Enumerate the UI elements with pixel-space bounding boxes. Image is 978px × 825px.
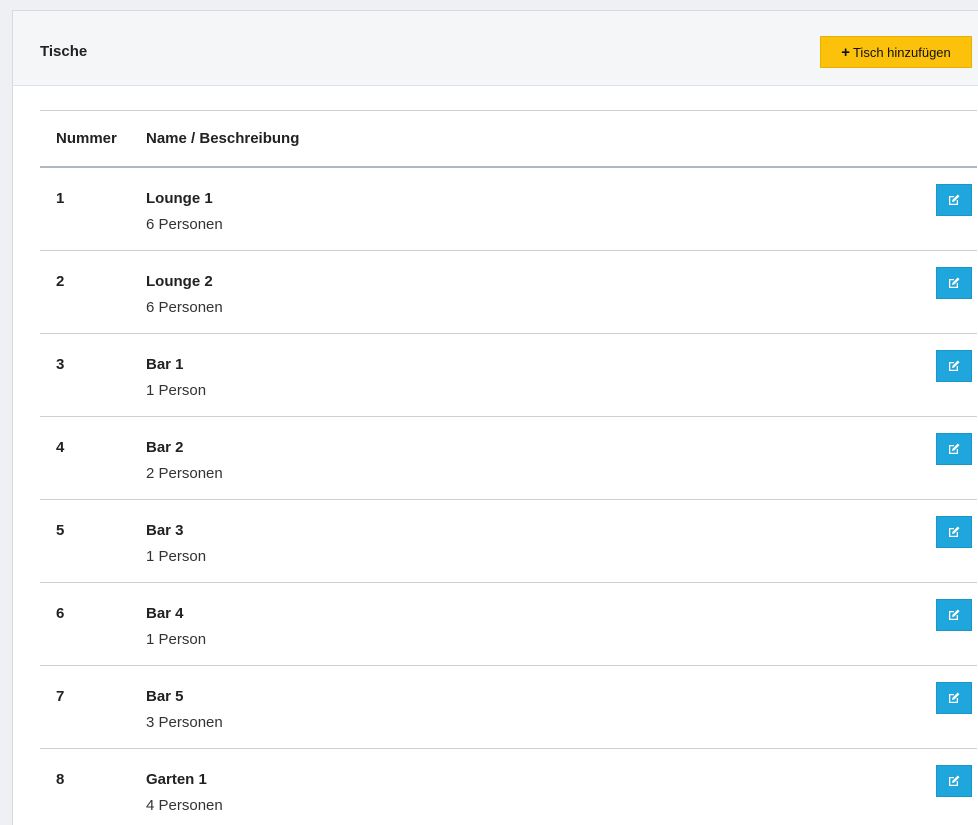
table-description: 1 Person [146, 631, 207, 648]
table-description: 3 Personen [146, 714, 223, 731]
edit-icon [949, 360, 960, 371]
table-number: 7 [56, 688, 65, 705]
plus-icon: + [841, 43, 850, 61]
table-row: 1 Lounge 1 6 Personen [40, 168, 977, 251]
table-description: 6 Personen [146, 299, 223, 316]
table-description: 4 Personen [146, 797, 223, 814]
column-header-number: Nummer [56, 130, 117, 147]
edit-icon [949, 609, 960, 620]
edit-button[interactable] [936, 765, 972, 797]
tables-panel: Tische + Tisch hinzufügen Nummer Name / … [12, 10, 978, 825]
edit-icon [949, 692, 960, 703]
table-row: 6 Bar 4 1 Person [40, 583, 977, 666]
table-name: Bar 1 [146, 356, 184, 373]
table-row: 2 Lounge 2 6 Personen [40, 251, 977, 334]
table-row: 4 Bar 2 2 Personen [40, 417, 977, 500]
table-header: Nummer Name / Beschreibung [40, 110, 977, 168]
table-row: 8 Garten 1 4 Personen [40, 749, 977, 825]
table-description: 2 Personen [146, 465, 223, 482]
table-name: Lounge 1 [146, 190, 213, 207]
table-number: 3 [56, 356, 65, 373]
table-description: 1 Person [146, 382, 207, 399]
edit-button[interactable] [936, 433, 972, 465]
edit-button[interactable] [936, 267, 972, 299]
table-number: 4 [56, 439, 65, 456]
tables-table: Nummer Name / Beschreibung 1 Lounge 1 6 … [40, 110, 977, 825]
edit-icon [949, 526, 960, 537]
panel-title: Tische [40, 43, 88, 60]
edit-button[interactable] [936, 350, 972, 382]
table-description: 1 Person [146, 548, 207, 565]
add-table-button[interactable]: + Tisch hinzufügen [820, 36, 972, 68]
column-header-name: Name / Beschreibung [146, 130, 300, 147]
edit-icon [949, 277, 960, 288]
table-row: 5 Bar 3 1 Person [40, 500, 977, 583]
table-name: Bar 2 [146, 439, 184, 456]
table-row: 3 Bar 1 1 Person [40, 334, 977, 417]
edit-button[interactable] [936, 516, 972, 548]
edit-button[interactable] [936, 682, 972, 714]
table-name: Bar 3 [146, 522, 184, 539]
table-number: 2 [56, 273, 65, 290]
add-table-button-label: Tisch hinzufügen [852, 44, 951, 60]
edit-icon [949, 443, 960, 454]
edit-icon [949, 194, 960, 205]
table-number: 1 [56, 190, 65, 207]
table-row: 7 Bar 5 3 Personen [40, 666, 977, 749]
table-name: Bar 4 [146, 605, 184, 622]
edit-button[interactable] [936, 599, 972, 631]
edit-button[interactable] [936, 184, 972, 216]
table-number: 6 [56, 605, 65, 622]
edit-icon [949, 775, 960, 786]
table-name: Bar 5 [146, 688, 184, 705]
table-description: 6 Personen [146, 216, 223, 233]
table-name: Garten 1 [146, 771, 207, 788]
panel-header: Tische + Tisch hinzufügen [13, 11, 978, 86]
table-number: 5 [56, 522, 65, 539]
table-name: Lounge 2 [146, 273, 213, 290]
table-number: 8 [56, 771, 65, 788]
